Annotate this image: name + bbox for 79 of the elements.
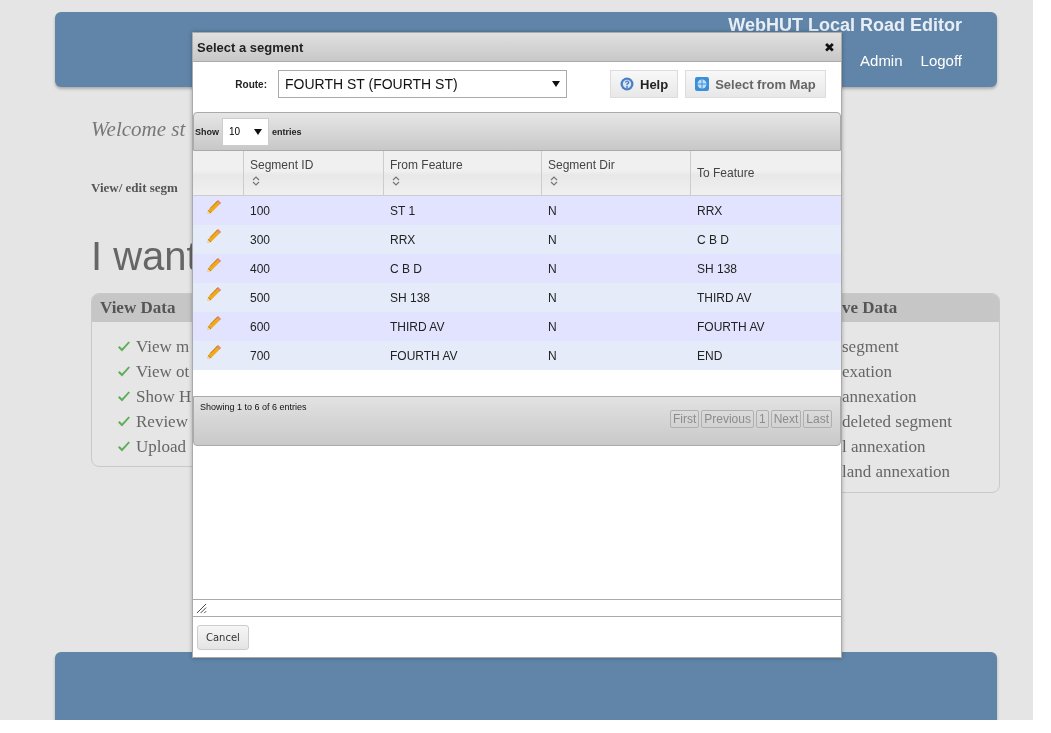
table-cell-text: FOURTH AV	[696, 319, 766, 334]
help-icon	[620, 77, 634, 91]
check-icon	[117, 415, 131, 428]
table-cell-text: THIRD AV	[389, 319, 446, 334]
table-cell-text: END	[696, 348, 724, 363]
panel-link[interactable]: exation	[842, 361, 893, 382]
table-row[interactable]: 400 C B D N SH 138	[193, 254, 841, 283]
table-cell-text: N	[547, 232, 558, 247]
table-cell-text: RRX	[389, 232, 417, 247]
table-cell-text: N	[547, 290, 558, 305]
pencil-icon[interactable]	[205, 285, 222, 302]
table-cell-text: SH 138	[389, 290, 432, 305]
table-cell-text: N	[547, 348, 558, 363]
column-header[interactable]: To Feature	[691, 151, 841, 195]
table-cell-text: N	[547, 203, 558, 218]
pencil-icon[interactable]	[205, 256, 222, 273]
column-header[interactable]: Segment ID	[244, 151, 384, 195]
table-cell-text: 700	[249, 348, 272, 363]
table-cell-text: N	[547, 261, 558, 276]
table-info: Showing 1 to 6 of 6 entries	[200, 402, 307, 412]
app-title: WebHUT Local Road Editor	[728, 16, 962, 34]
entries-label: entries	[272, 126, 302, 137]
table-row[interactable]: 300 RRX N C B D	[193, 225, 841, 254]
table-row[interactable]: 700 FOURTH AV N END	[193, 341, 841, 370]
table-cell-text: 100	[249, 203, 272, 218]
nav-link[interactable]: Logoff	[920, 52, 962, 69]
table-cell-text: FOURTH AV	[389, 348, 459, 363]
panel-link[interactable]: View m	[136, 336, 190, 357]
sort-icon	[392, 175, 400, 187]
sort-icon	[550, 175, 558, 187]
edit-link[interactable]: View/ edit segm	[91, 180, 178, 196]
table-row[interactable]: 100 ST 1 N RRX	[193, 196, 841, 225]
table-cell-text: ST 1	[389, 203, 417, 218]
cancel-button[interactable]: Cancel	[197, 624, 249, 650]
table-cell-text: THIRD AV	[696, 290, 753, 305]
table-cell-text: SH 138	[696, 261, 739, 276]
globe-icon	[695, 77, 710, 91]
pencil-icon[interactable]	[205, 227, 222, 244]
table-cell-text: 600	[249, 319, 272, 334]
table-cell-text: 300	[249, 232, 272, 247]
route-label: Route:	[234, 78, 267, 90]
panel-link[interactable]: Show H	[136, 386, 192, 407]
panel-link[interactable]: l annexation	[842, 436, 926, 457]
panel-link[interactable]: deleted segment	[842, 411, 952, 432]
pencil-icon[interactable]	[205, 198, 222, 215]
check-icon	[117, 340, 131, 353]
pencil-icon[interactable]	[205, 314, 222, 331]
panel-link[interactable]: View ot	[136, 361, 190, 382]
caret-icon	[552, 81, 560, 87]
caret-icon	[254, 128, 262, 135]
dialog-title: Select a segment	[197, 39, 304, 55]
panel-link[interactable]: Review	[136, 411, 188, 432]
table-cell-text: N	[547, 319, 558, 334]
resize-grip-icon[interactable]	[196, 602, 207, 614]
route-select[interactable]: FOURTH ST (FOURTH ST)	[278, 70, 567, 98]
page-length-select[interactable]: 10	[222, 117, 269, 146]
show-label: Show	[195, 126, 219, 137]
welcome-text: Welcome st	[91, 117, 186, 142]
sort-icon	[252, 175, 260, 187]
table-cell-text: RRX	[696, 203, 724, 218]
table-row[interactable]: 500 SH 138 N THIRD AV	[193, 283, 841, 312]
nav-link[interactable]: Admin	[860, 52, 903, 69]
close-button[interactable]: ✖	[824, 39, 835, 55]
check-icon	[117, 390, 131, 403]
panel-link[interactable]: segment	[842, 336, 899, 357]
panel-link[interactable]: annexation	[842, 386, 917, 407]
column-header[interactable]: Segment Dir	[542, 151, 691, 195]
panel-link[interactable]: land annexation	[842, 461, 951, 482]
table-cell-text: C B D	[696, 232, 730, 247]
table-cell-text: C B D	[389, 261, 423, 276]
check-icon	[117, 365, 131, 378]
column-header[interactable]: From Feature	[384, 151, 542, 195]
table-cell-text: 400	[249, 261, 272, 276]
check-icon	[117, 440, 131, 453]
select-from-map-button[interactable]: Select from Map	[685, 70, 826, 98]
help-button[interactable]: Help	[610, 70, 679, 98]
pencil-icon[interactable]	[205, 343, 222, 360]
table-row[interactable]: 600 THIRD AV N FOURTH AV	[193, 312, 841, 341]
panel-link[interactable]: Upload	[136, 436, 187, 457]
